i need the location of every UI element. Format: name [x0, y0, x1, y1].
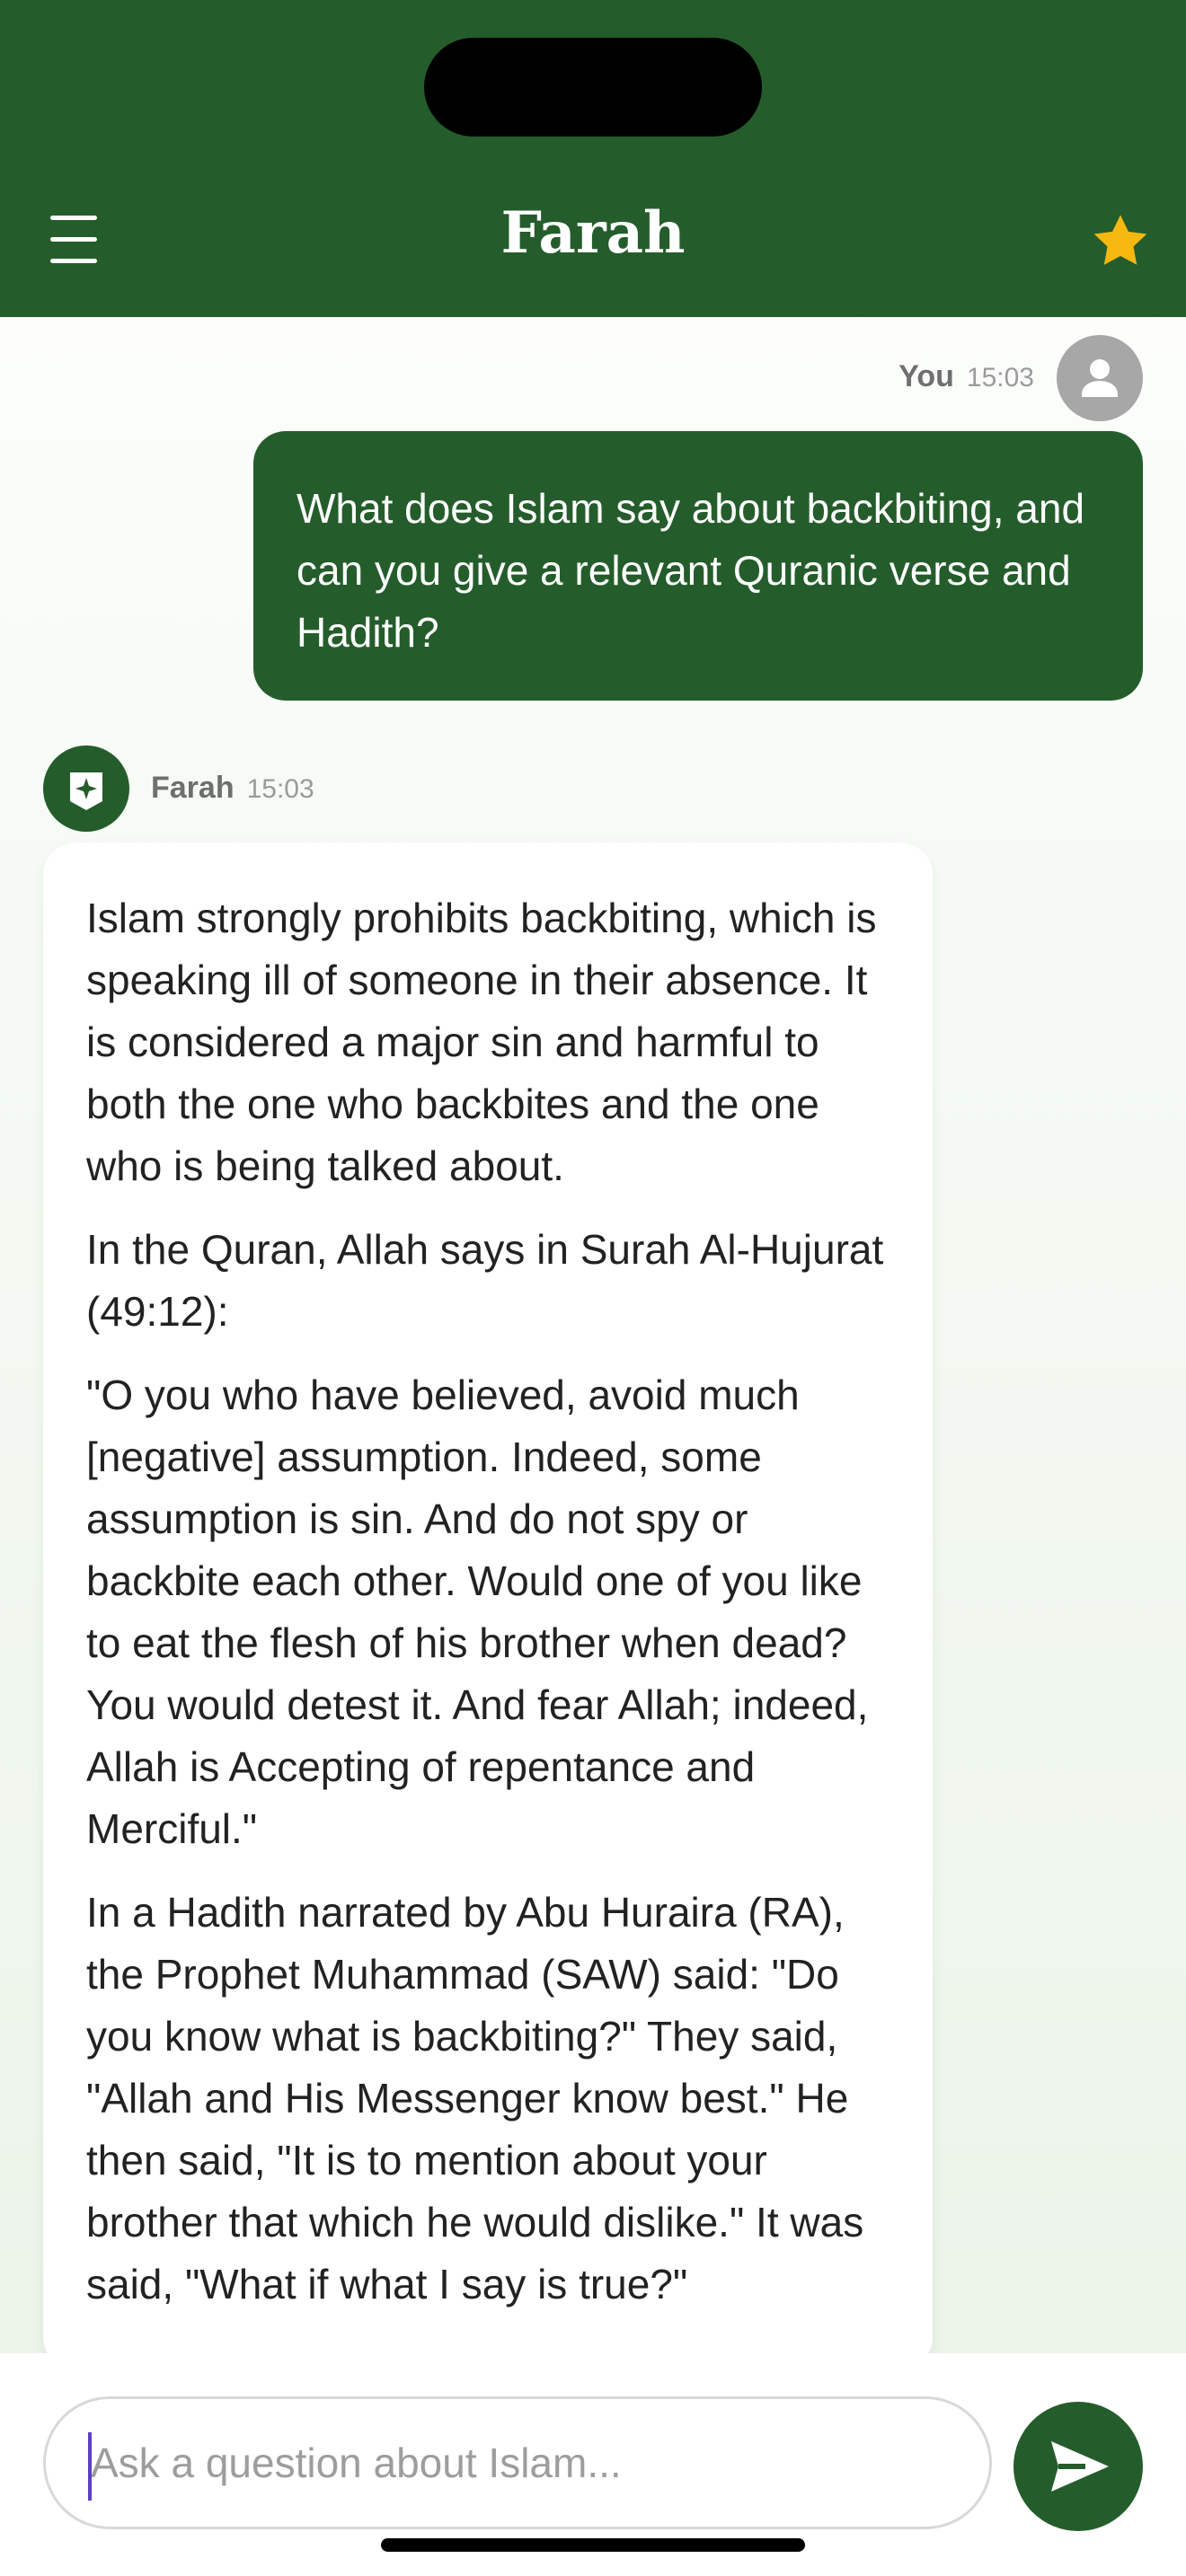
star-icon[interactable] — [1089, 210, 1152, 273]
dynamic-island — [424, 38, 762, 137]
message-time: 15:03 — [246, 774, 314, 804]
bot-message-meta: Farah 15:03 — [151, 771, 314, 806]
sender-name: You — [898, 359, 954, 393]
response-paragraph: "O you who have believed, avoid much [ne… — [86, 1372, 869, 1852]
response-paragraph: In a Hadith narrated by Abu Huraira (RA)… — [86, 1889, 864, 2307]
sparkle-badge-icon — [43, 745, 129, 832]
text-caret — [88, 2432, 92, 2501]
response-paragraph: Islam strongly prohibits backbiting, whi… — [86, 895, 877, 1189]
send-icon[interactable] — [1013, 2402, 1143, 2531]
response-paragraph: In the Quran, Allah says in Surah Al-Huj… — [86, 1226, 884, 1335]
person-icon — [1057, 335, 1143, 421]
message-time: 15:03 — [966, 363, 1034, 393]
app-title: Farah — [500, 199, 686, 267]
sender-name: Farah — [151, 771, 235, 805]
user-message-bubble: What does Islam say about backbiting, an… — [253, 431, 1143, 701]
bot-message-bubble: Islam strongly prohibits backbiting, whi… — [43, 842, 933, 2369]
user-message-meta: You 15:03 — [898, 359, 1034, 394]
app-header: Farah — [0, 0, 1186, 317]
home-indicator — [381, 2538, 805, 2552]
question-input[interactable] — [43, 2396, 992, 2529]
user-message-text: What does Islam say about backbiting, an… — [296, 485, 1085, 656]
